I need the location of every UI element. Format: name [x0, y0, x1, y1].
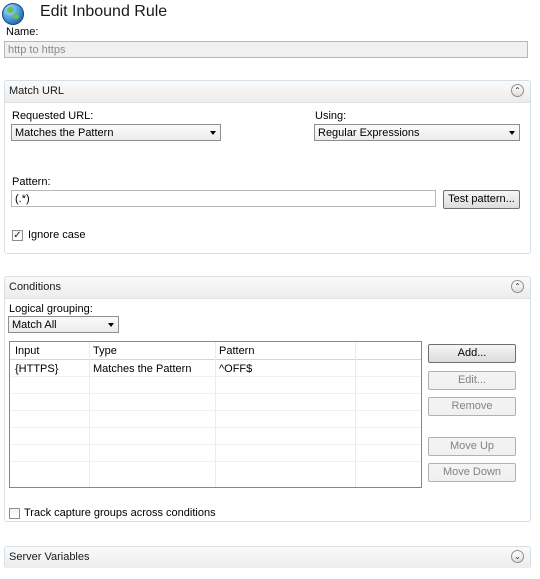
row-divider	[10, 393, 421, 394]
chevron-down-icon	[108, 323, 114, 327]
column-header-type[interactable]: Type	[93, 345, 117, 357]
pattern-label: Pattern:	[12, 176, 51, 188]
match-url-panel: Match URL ⌃ Requested URL: Matches the P…	[4, 80, 531, 254]
collapse-up-icon[interactable]: ⌃	[511, 84, 524, 97]
row-pattern: ^OFF$	[219, 363, 253, 375]
row-input: {HTTPS}	[15, 363, 59, 375]
column-header-pattern[interactable]: Pattern	[219, 345, 254, 357]
requested-url-value: Matches the Pattern	[15, 127, 114, 139]
track-capture-label: Track capture groups across conditions	[24, 507, 216, 519]
server-variables-panel: Server Variables ⌄	[4, 546, 531, 568]
conditions-table[interactable]: Input Type Pattern {HTTPS} Matches the P…	[9, 341, 422, 488]
requested-url-dropdown[interactable]: Matches the Pattern	[11, 124, 221, 141]
move-down-button[interactable]: Move Down	[428, 463, 516, 482]
row-type: Matches the Pattern	[93, 363, 192, 375]
logical-grouping-dropdown[interactable]: Match All	[8, 316, 119, 333]
page-title: Edit Inbound Rule	[40, 3, 168, 20]
row-divider	[10, 410, 421, 411]
column-header-input[interactable]: Input	[15, 345, 39, 357]
conditions-title: Conditions	[9, 281, 61, 293]
logical-grouping-value: Match All	[12, 319, 57, 331]
remove-button[interactable]: Remove	[428, 397, 516, 416]
conditions-panel: Conditions ⌃ Logical grouping: Match All…	[4, 276, 531, 522]
ignore-case-label: Ignore case	[28, 229, 86, 241]
name-field[interactable]: http to https	[4, 41, 528, 58]
row-divider	[10, 444, 421, 445]
using-label: Using:	[315, 110, 347, 122]
track-capture-checkbox[interactable]	[9, 508, 20, 519]
move-up-button[interactable]: Move Up	[428, 437, 516, 456]
row-divider	[10, 427, 421, 428]
server-variables-header[interactable]: Server Variables ⌄	[5, 547, 530, 568]
using-dropdown[interactable]: Regular Expressions	[314, 124, 520, 141]
name-label: Name:	[6, 26, 39, 38]
test-pattern-button[interactable]: Test pattern...	[443, 190, 520, 209]
match-url-title: Match URL	[9, 85, 65, 97]
ignore-case-checkbox[interactable]: ✓	[12, 230, 23, 241]
match-url-header[interactable]: Match URL ⌃	[5, 81, 530, 103]
chevron-down-icon	[509, 131, 515, 135]
row-divider	[10, 461, 421, 462]
edit-button[interactable]: Edit...	[428, 371, 516, 390]
conditions-header[interactable]: Conditions ⌃	[5, 277, 530, 299]
table-row[interactable]: {HTTPS} Matches the Pattern ^OFF$	[10, 359, 421, 377]
logical-grouping-label: Logical grouping:	[9, 303, 93, 315]
collapse-up-icon[interactable]: ⌃	[511, 280, 524, 293]
chevron-down-icon	[210, 131, 216, 135]
using-value: Regular Expressions	[318, 127, 420, 139]
globe-land-shape	[13, 14, 19, 19]
pattern-input[interactable]: (.*)	[11, 190, 436, 207]
add-button[interactable]: Add...	[428, 344, 516, 363]
server-variables-title: Server Variables	[9, 551, 90, 563]
expand-down-icon[interactable]: ⌄	[511, 550, 524, 563]
requested-url-label: Requested URL:	[12, 110, 94, 122]
